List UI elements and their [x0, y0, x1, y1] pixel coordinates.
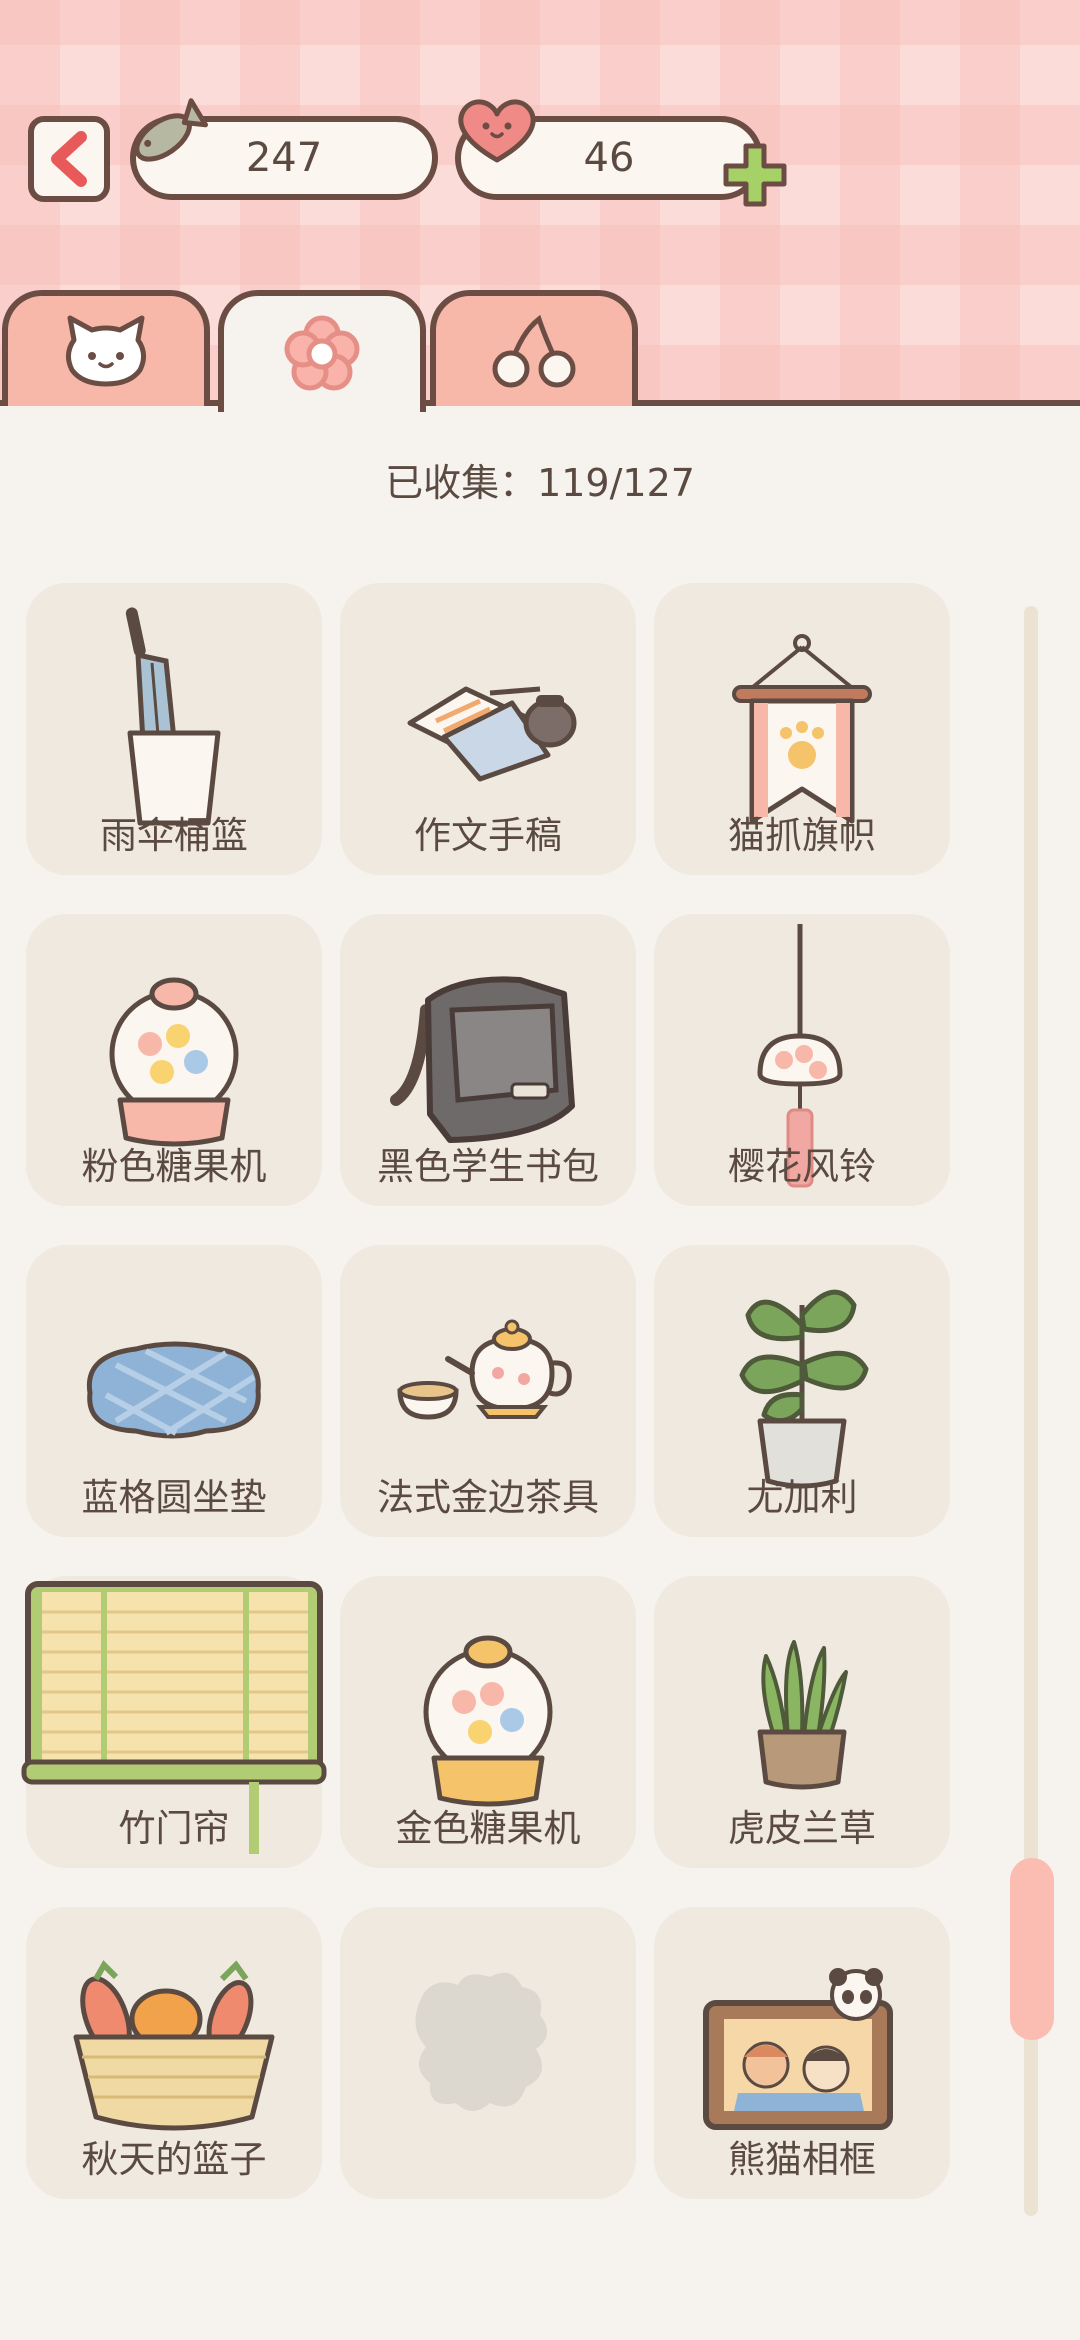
- item-card[interactable]: 虎皮兰草: [654, 1576, 950, 1868]
- back-arrow-icon: [51, 131, 87, 187]
- item-card[interactable]: 秋天的篮子: [26, 1907, 322, 2199]
- tab-flowers[interactable]: [218, 290, 426, 412]
- item-card[interactable]: 猫抓旗帜: [654, 583, 950, 875]
- item-name: 蓝格圆坐垫: [81, 1476, 267, 1519]
- item-card[interactable]: 粉色糖果机: [26, 914, 322, 1206]
- item-name: 竹门帘: [118, 1807, 230, 1850]
- item-name: 尤加利: [746, 1476, 858, 1519]
- scrollbar-thumb[interactable]: [1010, 1858, 1054, 2040]
- heart-icon: [458, 99, 536, 163]
- item-name: 金色糖果机: [395, 1807, 581, 1850]
- item-name: 秋天的篮子: [81, 2138, 267, 2181]
- fish-icon: [134, 98, 209, 162]
- item-name: 黑色学生书包: [377, 1145, 599, 1188]
- add-hearts-button[interactable]: [720, 140, 790, 210]
- item-name: 樱花风铃: [728, 1145, 876, 1188]
- cherry-icon: [492, 314, 576, 388]
- tab-fruits[interactable]: [430, 290, 638, 406]
- item-card[interactable]: 熊猫相框: [654, 1907, 950, 2199]
- item-name: 猫抓旗帜: [728, 814, 876, 857]
- back-button[interactable]: [28, 116, 110, 202]
- item-card[interactable]: 黑色学生书包: [340, 914, 636, 1206]
- item-card[interactable]: 樱花风铃: [654, 914, 950, 1206]
- item-name: 熊猫相框: [728, 2138, 876, 2181]
- item-name: 虎皮兰草: [728, 1807, 876, 1850]
- heart-count: 46: [583, 135, 635, 181]
- flower-icon: [284, 315, 360, 391]
- locked-item-card[interactable]: [340, 1907, 636, 2199]
- item-card[interactable]: 尤加利: [654, 1245, 950, 1537]
- collected-count: 已收集：119/127: [385, 461, 695, 505]
- item-card[interactable]: 蓝格圆坐垫: [26, 1245, 322, 1537]
- item-card[interactable]: 金色糖果机: [340, 1576, 636, 1868]
- item-card[interactable]: 法式金边茶具: [340, 1245, 636, 1537]
- locked-item-silhouette-icon: [415, 1972, 548, 2111]
- item-card[interactable]: 作文手稿: [340, 583, 636, 875]
- item-name: 作文手稿: [414, 814, 562, 857]
- item-card[interactable]: 雨伞桶篮: [26, 583, 322, 875]
- item-name: 雨伞桶篮: [100, 814, 248, 857]
- item-name: 粉色糖果机: [81, 1145, 267, 1188]
- item-card[interactable]: 竹门帘: [21, 1576, 327, 1868]
- cat-icon: [66, 315, 146, 387]
- tab-cats[interactable]: [2, 290, 210, 406]
- fish-count: 247: [245, 135, 323, 181]
- item-name: 法式金边茶具: [377, 1476, 599, 1519]
